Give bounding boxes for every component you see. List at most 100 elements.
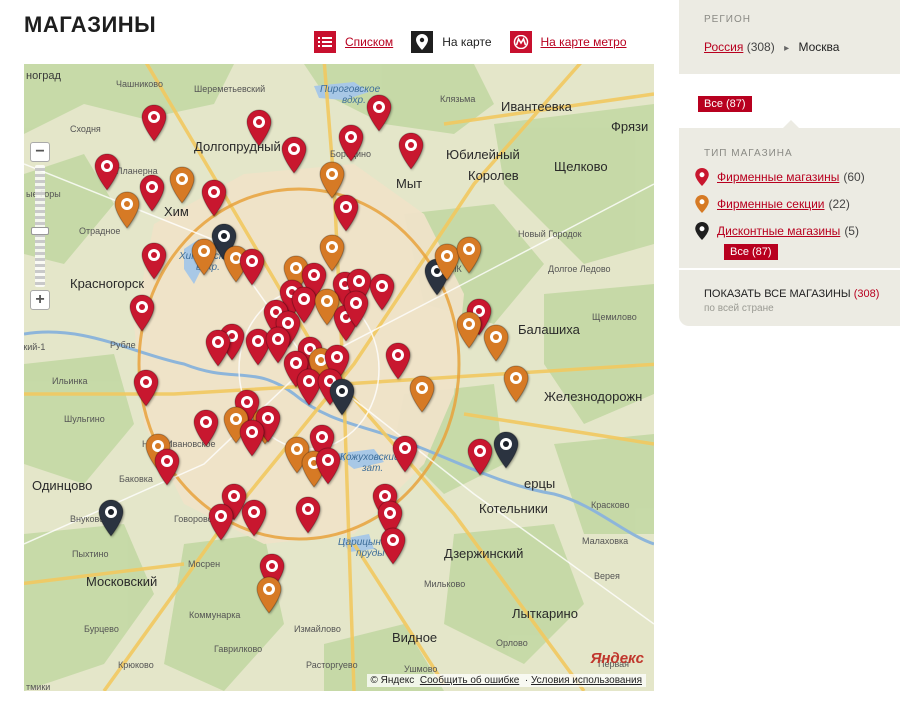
branded-store-pin[interactable] (201, 179, 227, 217)
branded-store-pin[interactable] (246, 109, 272, 147)
region-city: Москва (798, 40, 840, 54)
branded-store-pin[interactable] (392, 435, 418, 473)
branded-store-pin[interactable] (343, 290, 369, 328)
zoom-out-button[interactable]: − (30, 142, 50, 162)
map-label: ноград (26, 70, 61, 82)
map-label: Московский (86, 574, 158, 589)
discount-store-pin[interactable] (493, 431, 519, 469)
region-breadcrumb: Россия (308) ▸ Москва (704, 40, 900, 54)
map-label: зат. (362, 463, 384, 474)
terms-link[interactable]: Условия использования (531, 675, 642, 686)
branded-store-pin[interactable] (139, 174, 165, 212)
map-label: Железнодорожн (544, 389, 643, 404)
view-metro-link[interactable]: На карте метро (541, 35, 627, 49)
branded-store-pin[interactable] (398, 132, 424, 170)
branded-store-pin[interactable] (333, 194, 359, 232)
report-error-link[interactable]: Сообщить об ошибке (420, 675, 519, 686)
view-list-link[interactable]: Списком (345, 35, 393, 49)
map-label: Баковка (119, 474, 153, 484)
branded-section-pin[interactable] (191, 238, 217, 276)
store-type-label: ТИП МАГАЗИНА (704, 148, 793, 159)
branded-store-pin[interactable] (281, 136, 307, 174)
branded-store-pin[interactable] (154, 448, 180, 486)
branded-store-pin[interactable] (239, 248, 265, 286)
map-label: Шульгино (64, 414, 105, 424)
branded-section-pin[interactable] (456, 311, 482, 349)
branded-store-pin[interactable] (380, 527, 406, 565)
branded-store-pin[interactable] (295, 496, 321, 534)
show-all-count: (308) (853, 288, 880, 300)
map-label: Мильково (424, 579, 466, 589)
store-type-link[interactable]: Дисконтные магазины (717, 224, 840, 238)
map-label: Красково (591, 500, 630, 510)
map-label: Измайлово (294, 624, 341, 634)
branded-section-pin[interactable] (483, 324, 509, 362)
branded-store-pin[interactable] (193, 409, 219, 447)
map-label: Крюково (118, 660, 154, 670)
branded-store-pin[interactable] (133, 369, 159, 407)
branded-section-pin[interactable] (114, 191, 140, 229)
store-type-branded[interactable]: Фирменные магазины (60) (695, 168, 900, 186)
map-label: Шереметьевский (194, 84, 266, 94)
view-metro-option[interactable]: На карте метро (509, 31, 627, 53)
branded-section-pin[interactable] (256, 576, 282, 614)
branded-store-pin[interactable] (208, 503, 234, 541)
branded-store-pin[interactable] (141, 242, 167, 280)
map-label: Новый Городок (518, 229, 582, 239)
page-title: МАГАЗИНЫ (24, 12, 157, 37)
store-type-link[interactable]: Фирменные магазины (717, 170, 839, 184)
map-label: Дзержинский (444, 546, 524, 561)
store-type-discount[interactable]: Дисконтные магазины (5) (695, 222, 900, 240)
discount-store-pin[interactable] (98, 499, 124, 537)
zoom-slider-thumb[interactable] (31, 227, 49, 235)
branded-store-pin[interactable] (385, 342, 411, 380)
yandex-logo: Яндекс (590, 650, 644, 667)
map-label: Видное (392, 630, 438, 645)
branded-store-pin[interactable] (141, 104, 167, 142)
store-map[interactable]: ноград Чашниково Шереметьевский Пироговс… (24, 64, 654, 691)
zoom-slider[interactable] (31, 165, 49, 287)
branded-store-pin[interactable] (369, 273, 395, 311)
metro-all-chip[interactable]: Все (87) (698, 96, 752, 112)
store-type-link[interactable]: Фирменные секции (717, 197, 825, 211)
map-label: Щелково (554, 159, 608, 174)
map-label: вдхр. (342, 95, 366, 106)
branded-store-pin[interactable] (129, 294, 155, 332)
show-all-link[interactable]: ПОКАЗАТЬ ВСЕ МАГАЗИНЫ (308) (704, 288, 900, 300)
branded-store-pin[interactable] (467, 438, 493, 476)
store-type-all-chip[interactable]: Все (87) (724, 244, 778, 260)
map-label: Мыт (396, 176, 423, 191)
view-switch: Списком На карте На карте метро (314, 31, 645, 53)
branded-store-pin[interactable] (205, 329, 231, 367)
branded-section-pin[interactable] (503, 365, 529, 403)
view-list-option[interactable]: Списком (314, 31, 393, 53)
discount-store-pin[interactable] (329, 378, 355, 416)
map-label: Сходня (70, 124, 101, 134)
branded-store-pin[interactable] (315, 447, 341, 485)
branded-section-pin[interactable] (456, 236, 482, 274)
region-count: (308) (746, 40, 775, 54)
metro-icon (509, 31, 532, 53)
map-pin-icon (411, 31, 434, 53)
branded-section-pin[interactable] (409, 375, 435, 413)
store-type-sections[interactable]: Фирменные секции (22) (695, 195, 900, 213)
region-link-russia[interactable]: Россия (704, 40, 743, 54)
branded-store-pin[interactable] (239, 419, 265, 457)
map-label: Красногорск (70, 276, 145, 291)
map-label: ерцы (524, 476, 556, 491)
map-label: Королев (468, 168, 519, 183)
zoom-in-button[interactable]: + (30, 290, 50, 310)
view-map-option: На карте (411, 31, 492, 53)
show-all-panel[interactable]: ПОКАЗАТЬ ВСЕ МАГАЗИНЫ (308) по всей стра… (679, 270, 900, 326)
branded-store-pin[interactable] (366, 94, 392, 132)
store-type-count: (22) (828, 197, 850, 211)
map-label: Малаховка (582, 536, 629, 546)
branded-store-pin[interactable] (241, 499, 267, 537)
branded-section-pin[interactable] (169, 166, 195, 204)
map-label: тмики (26, 682, 51, 691)
branded-store-pin[interactable] (94, 153, 120, 191)
map-label: Ильинка (52, 376, 88, 386)
map-label: Расторгуево (306, 660, 358, 670)
map-label: Юбилейный (446, 147, 520, 162)
branded-store-pin[interactable] (338, 124, 364, 162)
